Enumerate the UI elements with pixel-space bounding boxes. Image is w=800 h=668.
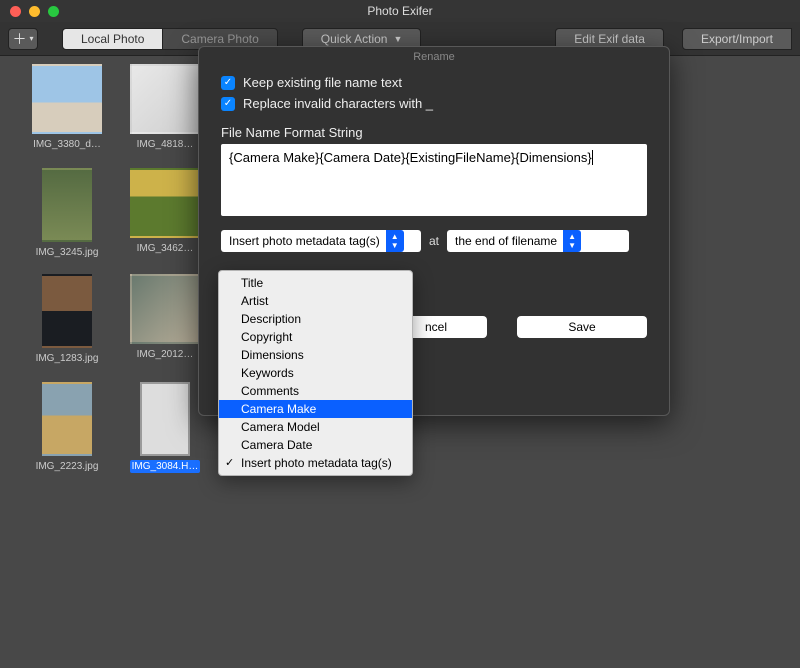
dropdown-item[interactable]: Copyright bbox=[219, 328, 412, 346]
format-string-value: {Camera Make}{Camera Date}{ExistingFileN… bbox=[229, 150, 592, 165]
photo-thumb[interactable]: IMG_3380_d… bbox=[22, 64, 112, 152]
add-button[interactable]: ＋▾ bbox=[8, 28, 38, 50]
dropdown-item[interactable]: Artist bbox=[219, 292, 412, 310]
replace-invalid-label: Replace invalid characters with _ bbox=[243, 96, 433, 111]
thumbnail-image bbox=[42, 168, 92, 242]
photo-thumb[interactable]: IMG_1283.jpg bbox=[22, 274, 112, 366]
replace-invalid-row[interactable]: ✓ Replace invalid characters with _ bbox=[221, 96, 647, 111]
dropdown-item-selected[interactable]: Camera Make bbox=[219, 400, 412, 418]
chevron-down-icon: ▼ bbox=[393, 34, 402, 44]
thumb-label: IMG_3245.jpg bbox=[36, 247, 99, 258]
thumbnail-image bbox=[32, 64, 102, 134]
dropdown-item[interactable]: Description bbox=[219, 310, 412, 328]
thumbnail-image bbox=[140, 382, 190, 456]
select-caret-icon: ▲▼ bbox=[563, 230, 581, 252]
thumb-label: IMG_1283.jpg bbox=[36, 353, 99, 364]
format-string-label: File Name Format String bbox=[221, 125, 647, 140]
photo-thumb[interactable]: IMG_2223.jpg bbox=[22, 382, 112, 474]
dropdown-item[interactable]: Camera Model bbox=[219, 418, 412, 436]
minimize-window-icon[interactable] bbox=[29, 6, 40, 17]
position-select[interactable]: the end of filename ▲▼ bbox=[447, 230, 629, 252]
photo-thumb[interactable]: IMG_4818… bbox=[120, 64, 210, 152]
dropdown-item[interactable]: Keywords bbox=[219, 364, 412, 382]
thumb-label: IMG_3380_d… bbox=[33, 139, 101, 150]
metadata-tag-select-label: Insert photo metadata tag(s) bbox=[229, 234, 380, 248]
thumbnail-image bbox=[130, 274, 200, 344]
chevron-down-icon: ▾ bbox=[29, 34, 33, 43]
popover-title: Rename bbox=[221, 51, 647, 63]
export-import-button[interactable]: Export/Import bbox=[682, 28, 792, 50]
titlebar: Photo Exifer bbox=[0, 0, 800, 22]
format-string-input[interactable]: {Camera Make}{Camera Date}{ExistingFileN… bbox=[221, 144, 647, 216]
metadata-dropdown[interactable]: Title Artist Description Copyright Dimen… bbox=[218, 270, 413, 476]
dropdown-item[interactable]: Dimensions bbox=[219, 346, 412, 364]
checkbox-checked-icon[interactable]: ✓ bbox=[221, 76, 235, 90]
seg-local-photo[interactable]: Local Photo bbox=[62, 28, 163, 50]
photo-thumb[interactable]: IMG_3084.H… bbox=[120, 382, 210, 478]
dropdown-item[interactable]: Camera Date bbox=[219, 436, 412, 454]
thumb-label: IMG_2223.jpg bbox=[36, 461, 99, 472]
at-label: at bbox=[429, 234, 439, 248]
thumb-label: IMG_3084.H… bbox=[130, 460, 201, 473]
keep-existing-row[interactable]: ✓ Keep existing file name text bbox=[221, 75, 647, 90]
select-caret-icon: ▲▼ bbox=[386, 230, 404, 252]
thumb-label: IMG_2012… bbox=[137, 349, 194, 360]
keep-existing-label: Keep existing file name text bbox=[243, 75, 402, 90]
thumbnail-image bbox=[42, 274, 92, 348]
photo-thumb[interactable]: IMG_3245.jpg bbox=[22, 168, 112, 260]
quick-action-label: Quick Action bbox=[321, 32, 388, 46]
thumb-label: IMG_4818… bbox=[137, 139, 194, 150]
thumbnail-image bbox=[130, 64, 200, 134]
plus-icon: ＋ bbox=[12, 29, 26, 49]
thumbnail-image bbox=[130, 168, 200, 238]
insert-tag-row: Insert photo metadata tag(s) ▲▼ at the e… bbox=[221, 230, 647, 252]
save-button[interactable]: Save bbox=[517, 316, 647, 338]
dropdown-item[interactable]: Comments bbox=[219, 382, 412, 400]
zoom-window-icon[interactable] bbox=[48, 6, 59, 17]
dropdown-item[interactable]: Title bbox=[219, 274, 412, 292]
app-title: Photo Exifer bbox=[367, 4, 432, 18]
position-select-label: the end of filename bbox=[455, 234, 557, 248]
photo-thumb[interactable]: IMG_3462… bbox=[120, 168, 210, 256]
close-window-icon[interactable] bbox=[10, 6, 21, 17]
metadata-tag-select[interactable]: Insert photo metadata tag(s) ▲▼ bbox=[221, 230, 421, 252]
thumb-label: IMG_3462… bbox=[137, 243, 194, 254]
window-controls bbox=[10, 6, 59, 17]
thumbnail-image bbox=[42, 382, 92, 456]
dropdown-item-current[interactable]: Insert photo metadata tag(s) bbox=[219, 454, 412, 472]
photo-thumb[interactable]: IMG_2012… bbox=[120, 274, 210, 362]
checkbox-checked-icon[interactable]: ✓ bbox=[221, 97, 235, 111]
